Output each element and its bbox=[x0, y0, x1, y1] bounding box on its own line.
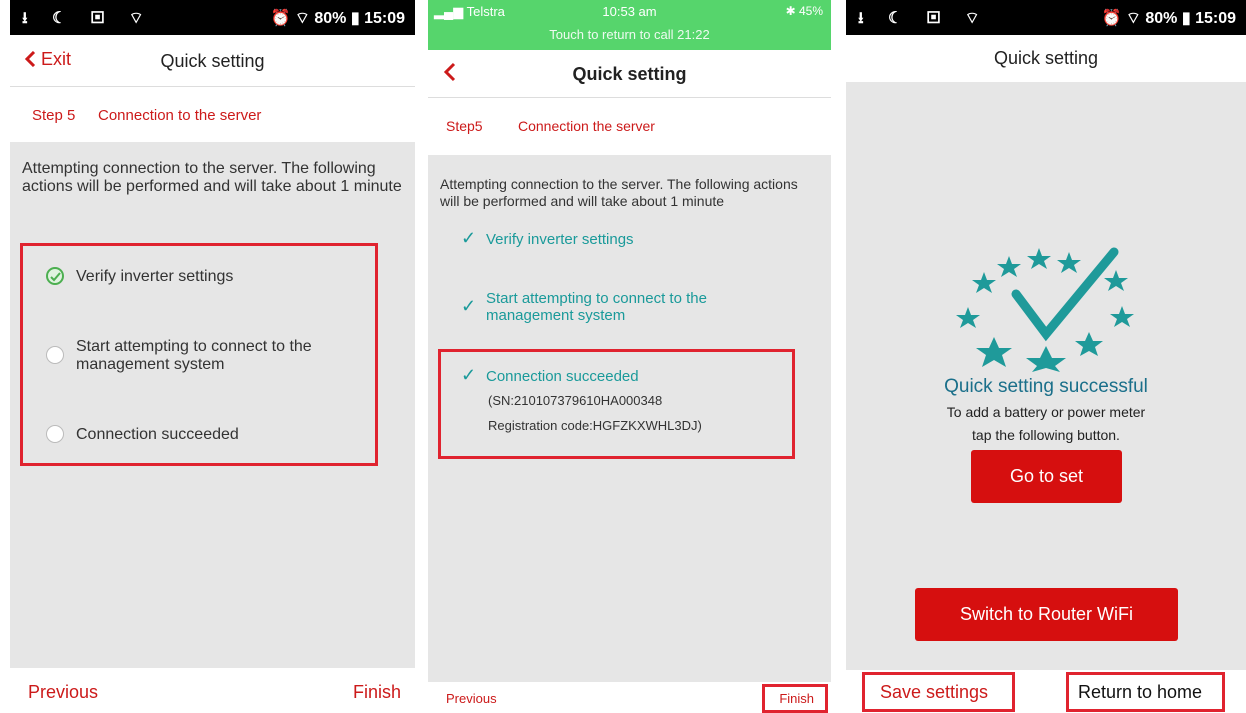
content-area: Attempting connection to the server. The… bbox=[10, 142, 415, 668]
ios-quick-setting-step5-screen: ▂▄▆ Telstra 10:53 am ✱ 45% Touch to retu… bbox=[428, 0, 831, 713]
radio-circle-icon bbox=[46, 346, 64, 364]
footer: Previous Finish bbox=[10, 668, 415, 713]
return-to-call-banner[interactable]: Touch to return to call 21:22 bbox=[428, 27, 831, 42]
status-right-info: ⏰ ⌔ 80% ▮ 15:09 bbox=[270, 10, 406, 27]
return-home-button[interactable]: Return to home bbox=[1078, 682, 1202, 703]
success-line-2: tap the following button. bbox=[972, 427, 1120, 443]
status-right-info: ⏰ ⌔ 80% ▮ 15:09 bbox=[1101, 10, 1237, 27]
battery-percent: 45% bbox=[798, 4, 823, 18]
radio-circle-icon bbox=[46, 425, 64, 443]
clock: 10:53 am bbox=[602, 4, 657, 19]
checkmark-icon: ✓ bbox=[461, 365, 477, 385]
switch-router-wifi-button[interactable]: Switch to Router WiFi bbox=[915, 588, 1178, 641]
battery: ✱ 45% bbox=[786, 4, 823, 18]
save-settings-button[interactable]: Save settings bbox=[880, 682, 988, 703]
page-title: Quick setting bbox=[572, 64, 687, 84]
description: Attempting connection to the server. The… bbox=[22, 160, 402, 195]
footer: Previous Finish bbox=[428, 682, 831, 713]
item-verify-inverter: Verify inverter settings bbox=[76, 268, 234, 285]
status-bar: ⭳ ☾ ▣ ⌔ ⏰ ⌔ 80% ▮ 15:09 bbox=[10, 0, 415, 35]
status-left-icons: ⭳ ☾ ▣ ⌔ bbox=[858, 10, 990, 27]
status-bar: ⭳ ☾ ▣ ⌔ ⏰ ⌔ 80% ▮ 15:09 bbox=[846, 0, 1246, 35]
status-left-icons: ⭳ ☾ ▣ ⌔ bbox=[22, 10, 154, 27]
registration-code: Registration code:HGFZKXWHL3DJ) bbox=[488, 418, 702, 433]
footer: Save settings Return to home bbox=[846, 670, 1246, 713]
step-number: Step5 bbox=[446, 118, 483, 134]
content-area: Quick setting successful To add a batter… bbox=[846, 82, 1246, 670]
status-bar: ▂▄▆ Telstra 10:53 am ✱ 45% Touch to retu… bbox=[428, 0, 831, 50]
page-title: Quick setting bbox=[160, 51, 265, 71]
checkmark-icon bbox=[50, 272, 61, 282]
header: Quick setting bbox=[428, 50, 831, 98]
step-bar: Step 5 Connection to the server bbox=[10, 88, 415, 142]
header: Exit Quick setting bbox=[10, 35, 415, 87]
android-quick-setting-success-screen: ⭳ ☾ ▣ ⌔ ⏰ ⌔ 80% ▮ 15:09 Quick setting Qu… bbox=[846, 0, 1246, 713]
item-connect-management: Start attempting to connect to the manag… bbox=[76, 338, 312, 373]
previous-button[interactable]: Previous bbox=[28, 682, 98, 703]
item-connection-succeeded: Connection succeeded bbox=[76, 426, 239, 443]
checkmark-icon: ✓ bbox=[461, 296, 477, 316]
success-line-1: To add a battery or power meter bbox=[946, 404, 1146, 420]
success-title: Quick setting successful bbox=[944, 376, 1148, 397]
serial-number: (SN:210107379610HA000348 bbox=[488, 393, 663, 408]
go-to-set-button[interactable]: Go to set bbox=[971, 450, 1122, 503]
item-verify-inverter: Verify inverter settings bbox=[486, 231, 634, 248]
description: Attempting connection to the server. The… bbox=[440, 176, 798, 209]
finish-button[interactable]: Finish bbox=[779, 691, 814, 706]
page-title: Quick setting bbox=[993, 48, 1099, 68]
step-number: Step 5 bbox=[32, 107, 76, 124]
bluetooth-icon: ✱ bbox=[785, 4, 799, 18]
previous-button[interactable]: Previous bbox=[446, 691, 497, 706]
content-area: Attempting connection to the server. The… bbox=[428, 155, 831, 682]
android-quick-setting-step5-screen: ⭳ ☾ ▣ ⌔ ⏰ ⌔ 80% ▮ 15:09 Exit Quick setti… bbox=[10, 0, 415, 713]
success-stars-check-icon bbox=[956, 247, 1134, 372]
step-name: Connection the server bbox=[518, 118, 655, 134]
step-name: Connection to the server bbox=[98, 107, 262, 124]
checkmark-icon: ✓ bbox=[461, 228, 477, 248]
step-bar: Step5 Connection the server bbox=[428, 99, 831, 155]
header: Quick setting bbox=[846, 35, 1246, 82]
item-connection-succeeded: Connection succeeded bbox=[486, 368, 639, 385]
finish-button[interactable]: Finish bbox=[353, 682, 401, 703]
item-connect-management: Start attempting to connect to the manag… bbox=[486, 290, 707, 324]
